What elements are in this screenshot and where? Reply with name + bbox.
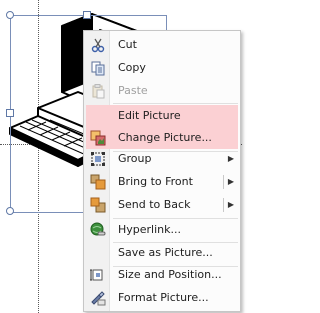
- menu-separator: [113, 103, 238, 104]
- resize-handle-top-left[interactable]: [6, 11, 14, 19]
- resize-handle-top[interactable]: [83, 11, 91, 19]
- menu-item-group[interactable]: Group ▶: [86, 148, 238, 170]
- change-picture-icon: [90, 130, 106, 146]
- menu-item-format-picture[interactable]: Format Picture...: [86, 287, 238, 309]
- resize-handle-left[interactable]: [6, 109, 14, 117]
- bring-to-front-icon: [90, 174, 106, 190]
- hyperlink-icon: [90, 222, 106, 236]
- menu-item-copy[interactable]: Copy: [86, 57, 238, 79]
- paste-icon: [92, 84, 105, 99]
- menu-item-label: Send to Back: [118, 198, 191, 211]
- menu-item-label: Change Picture...: [118, 131, 212, 144]
- menu-item-size-and-position[interactable]: Size and Position...: [86, 264, 238, 286]
- scissors-icon: [91, 38, 105, 53]
- menu-item-edit-picture[interactable]: Edit Picture: [86, 105, 238, 127]
- copy-icon: [91, 61, 105, 76]
- menu-item-bring-to-front[interactable]: Bring to Front ▶: [86, 171, 238, 193]
- group-icon: [91, 152, 105, 166]
- menu-item-change-picture[interactable]: Change Picture...: [86, 127, 238, 149]
- menu-item-label: Group: [118, 152, 152, 165]
- menu-item-cut[interactable]: Cut: [86, 34, 238, 56]
- format-picture-icon: [91, 291, 106, 306]
- menu-item-label: Bring to Front: [118, 175, 193, 188]
- menu-item-label: Hyperlink...: [118, 223, 181, 236]
- resize-handle-bottom-left[interactable]: [6, 207, 14, 215]
- split-divider: [223, 198, 224, 212]
- menu-item-paste: Paste: [86, 80, 238, 102]
- menu-item-save-as-picture[interactable]: Save as Picture...: [86, 242, 238, 264]
- send-to-back-icon: [90, 197, 106, 213]
- menu-item-send-to-back[interactable]: Send to Back ▶: [86, 194, 238, 216]
- submenu-arrow-icon[interactable]: ▶: [228, 194, 234, 216]
- menu-item-label: Save as Picture...: [118, 246, 213, 259]
- menu-item-label: Paste: [118, 84, 148, 97]
- submenu-arrow-icon: ▶: [227, 154, 234, 163]
- menu-item-label: Copy: [118, 61, 146, 74]
- submenu-arrow-icon[interactable]: ▶: [228, 171, 234, 193]
- split-divider: [223, 175, 224, 189]
- menu-item-hyperlink[interactable]: Hyperlink...: [86, 219, 238, 241]
- menu-item-label: Cut: [118, 38, 137, 51]
- menu-item-label: Size and Position...: [118, 268, 222, 281]
- size-position-icon: [90, 269, 103, 281]
- context-menu: Cut Copy Paste Edit Picture Change Pictu…: [83, 30, 241, 312]
- menu-item-label: Format Picture...: [118, 291, 209, 304]
- menu-item-label: Edit Picture: [118, 109, 181, 122]
